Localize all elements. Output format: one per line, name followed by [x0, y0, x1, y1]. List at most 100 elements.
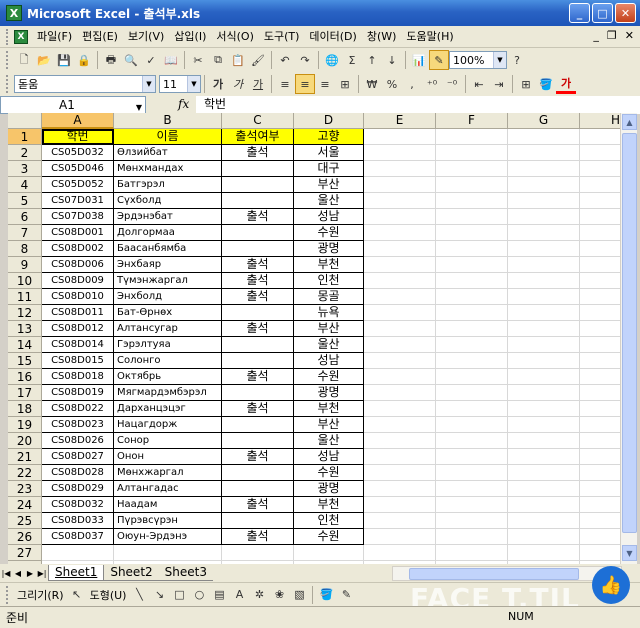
cell-e15[interactable] [364, 353, 436, 369]
row-header-17[interactable]: 17 [8, 385, 42, 401]
cell-g16[interactable] [508, 369, 580, 385]
cell-f7[interactable] [436, 225, 508, 241]
cell-a24[interactable]: CS08D032 [42, 497, 114, 513]
decrease-decimal-icon[interactable]: ⁻⁰ [442, 74, 462, 94]
cell-e21[interactable] [364, 449, 436, 465]
doc-minimize-button[interactable]: _ [593, 29, 599, 42]
hyperlink-icon[interactable]: 🌐 [322, 50, 342, 70]
cell-f19[interactable] [436, 417, 508, 433]
cell-a2[interactable]: CS05D032 [42, 145, 114, 161]
cell-c8[interactable] [222, 241, 294, 257]
font-select[interactable]: 돋움 ▼ [14, 75, 156, 93]
align-right-icon[interactable]: ≡ [315, 74, 335, 94]
cell-f10[interactable] [436, 273, 508, 289]
select-all-button[interactable] [8, 113, 42, 129]
chart-wizard-icon[interactable]: 📊 [409, 50, 429, 70]
menu-tools[interactable]: 도구(T) [259, 27, 305, 47]
cell-b3[interactable]: Мөнхмандах [114, 161, 222, 177]
cell-a10[interactable]: CS08D009 [42, 273, 114, 289]
cell-g1[interactable] [508, 129, 580, 145]
cell-d24[interactable]: 부천 [294, 497, 364, 513]
horizontal-scrollbar[interactable] [392, 566, 622, 581]
cell-d6[interactable]: 성남 [294, 209, 364, 225]
cell-h1[interactable] [580, 129, 620, 145]
cell-c13[interactable]: 출석 [222, 321, 294, 337]
redo-icon[interactable]: ↷ [295, 50, 315, 70]
menu-insert[interactable]: 삽입(I) [169, 27, 211, 47]
cell-e10[interactable] [364, 273, 436, 289]
cell-d7[interactable]: 수원 [294, 225, 364, 241]
currency-button[interactable]: ₩ [362, 74, 382, 94]
row-header-10[interactable]: 10 [8, 273, 42, 289]
decrease-indent-icon[interactable]: ⇤ [469, 74, 489, 94]
italic-button[interactable]: 가 [228, 74, 248, 94]
cell-d22[interactable]: 수원 [294, 465, 364, 481]
cell-c10[interactable]: 출석 [222, 273, 294, 289]
font-size-select[interactable]: 11 ▼ [159, 75, 201, 93]
cell-e17[interactable] [364, 385, 436, 401]
close-button[interactable]: ✕ [615, 3, 636, 23]
cell-g18[interactable] [508, 401, 580, 417]
vertical-scrollbar[interactable]: ▲ ▼ [620, 113, 637, 564]
menu-format[interactable]: 서식(O) [211, 27, 258, 47]
cell-c1[interactable]: 출석여부 [222, 129, 294, 145]
cell-c4[interactable] [222, 177, 294, 193]
formula-input[interactable]: 학번 [196, 96, 640, 114]
menu-data[interactable]: 데이터(D) [304, 27, 361, 47]
row-header-4[interactable]: 4 [8, 177, 42, 193]
cell-c11[interactable]: 출석 [222, 289, 294, 305]
cell-b27[interactable] [114, 545, 222, 561]
cell-c16[interactable]: 출석 [222, 369, 294, 385]
cell-b17[interactable]: Мягмардэмбэрэл [114, 385, 222, 401]
row-header-20[interactable]: 20 [8, 433, 42, 449]
cell-g13[interactable] [508, 321, 580, 337]
cell-a17[interactable]: CS08D019 [42, 385, 114, 401]
cell-f13[interactable] [436, 321, 508, 337]
cell-e26[interactable] [364, 529, 436, 545]
increase-decimal-icon[interactable]: ⁺⁰ [422, 74, 442, 94]
cell-e12[interactable] [364, 305, 436, 321]
cell-a23[interactable]: CS08D029 [42, 481, 114, 497]
cell-f12[interactable] [436, 305, 508, 321]
cell-f27[interactable] [436, 545, 508, 561]
clipart-icon[interactable]: ❀ [269, 585, 289, 605]
column-header-d[interactable]: D [294, 113, 364, 129]
cell-b8[interactable]: Баасанбямба [114, 241, 222, 257]
cell-f11[interactable] [436, 289, 508, 305]
cell-c6[interactable]: 출석 [222, 209, 294, 225]
row-header-2[interactable]: 2 [8, 145, 42, 161]
cell-f21[interactable] [436, 449, 508, 465]
cell-c3[interactable] [222, 161, 294, 177]
sort-descending-icon[interactable]: ↓ [382, 50, 402, 70]
cell-a1[interactable]: 학번 [42, 129, 114, 145]
cell-b26[interactable]: Оюун-Эрдэнэ [114, 529, 222, 545]
cell-e19[interactable] [364, 417, 436, 433]
cell-f23[interactable] [436, 481, 508, 497]
cell-f26[interactable] [436, 529, 508, 545]
cell-f1[interactable] [436, 129, 508, 145]
row-header-9[interactable]: 9 [8, 257, 42, 273]
row-header-27[interactable]: 27 [8, 545, 42, 561]
cell-a6[interactable]: CS07D038 [42, 209, 114, 225]
cell-g27[interactable] [508, 545, 580, 561]
cell-h15[interactable] [580, 353, 620, 369]
next-sheet-icon[interactable]: ▶ [24, 569, 36, 578]
column-header-e[interactable]: E [364, 113, 436, 129]
menu-edit[interactable]: 편집(E) [77, 27, 123, 47]
autoshapes-button[interactable]: 도형(U) [87, 587, 130, 603]
cell-f24[interactable] [436, 497, 508, 513]
column-header-c[interactable]: C [222, 113, 294, 129]
cell-a20[interactable]: CS08D026 [42, 433, 114, 449]
cell-f20[interactable] [436, 433, 508, 449]
row-header-19[interactable]: 19 [8, 417, 42, 433]
cell-f4[interactable] [436, 177, 508, 193]
document-icon[interactable]: X [14, 29, 28, 44]
cell-f15[interactable] [436, 353, 508, 369]
cell-b6[interactable]: Эрдэнэбат [114, 209, 222, 225]
cell-b20[interactable]: Сонор [114, 433, 222, 449]
row-header-12[interactable]: 12 [8, 305, 42, 321]
cell-d10[interactable]: 인천 [294, 273, 364, 289]
cell-c14[interactable] [222, 337, 294, 353]
cell-c22[interactable] [222, 465, 294, 481]
row-header-24[interactable]: 24 [8, 497, 42, 513]
